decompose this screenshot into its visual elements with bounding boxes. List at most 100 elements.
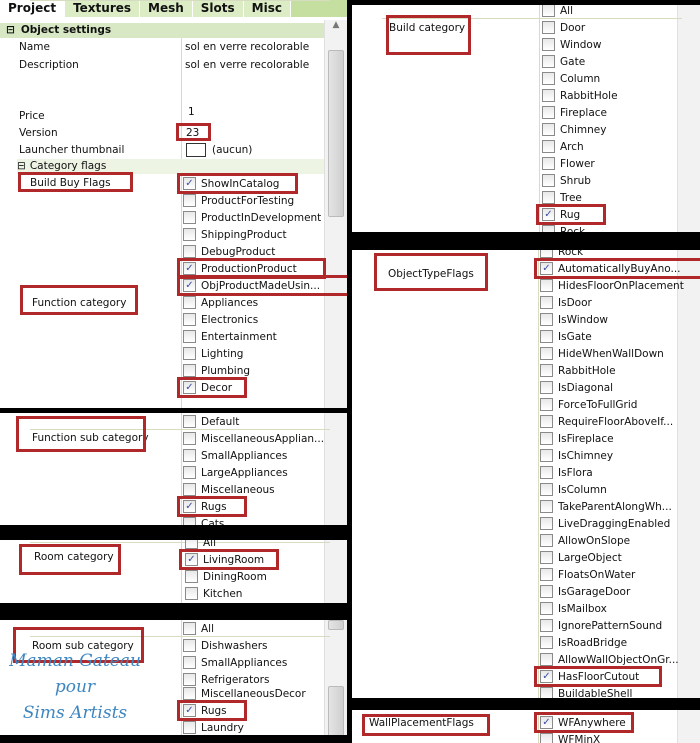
checkbox-item[interactable]: IsDiagonal bbox=[540, 379, 613, 396]
checkbox-item[interactable]: Gate bbox=[542, 53, 585, 70]
checkbox-item[interactable]: Chimney bbox=[542, 121, 606, 138]
checkbox-item[interactable]: RequireFloorAboveIf... bbox=[540, 413, 673, 430]
checkbox-icon[interactable] bbox=[542, 38, 555, 51]
checkbox-icon[interactable] bbox=[542, 174, 555, 187]
checkbox-icon[interactable] bbox=[183, 330, 196, 343]
checkbox-icon[interactable] bbox=[540, 330, 553, 343]
checkbox-item[interactable]: All bbox=[183, 620, 214, 637]
checkbox-item[interactable]: Shrub bbox=[542, 172, 591, 189]
tab-slots[interactable]: Slots bbox=[192, 0, 244, 17]
checkbox-item[interactable]: HideWhenWallDown bbox=[540, 345, 664, 362]
checkbox-item[interactable]: Lighting bbox=[183, 345, 243, 362]
scrollbar[interactable]: ▲ bbox=[324, 20, 347, 408]
scroll-up-icon[interactable]: ▲ bbox=[325, 20, 347, 30]
checkbox-item[interactable]: Default bbox=[183, 413, 239, 430]
checkbox-item[interactable]: Column bbox=[542, 70, 600, 87]
checkbox-icon[interactable] bbox=[540, 466, 553, 479]
checkbox-icon[interactable] bbox=[183, 194, 196, 207]
checkbox-item[interactable]: IsColumn bbox=[540, 481, 607, 498]
thumbnail-swatch[interactable] bbox=[186, 143, 206, 157]
checkbox-item[interactable]: RabbitHole bbox=[542, 87, 618, 104]
checkbox-icon[interactable] bbox=[542, 123, 555, 136]
checkbox-icon[interactable] bbox=[540, 279, 553, 292]
scroll-thumb[interactable] bbox=[328, 50, 344, 217]
checkbox-item[interactable]: LiveDraggingEnabled bbox=[540, 515, 670, 532]
checkbox-icon[interactable] bbox=[542, 106, 555, 119]
checkbox-item[interactable]: IsDoor bbox=[540, 294, 592, 311]
checkbox-icon[interactable] bbox=[540, 296, 553, 309]
checkbox-icon[interactable] bbox=[542, 140, 555, 153]
checkbox-icon[interactable] bbox=[183, 364, 196, 377]
checkbox-icon[interactable] bbox=[183, 483, 196, 496]
collapse-icon[interactable]: ⊟ bbox=[17, 160, 26, 172]
checkbox-item[interactable]: IsGarageDoor bbox=[540, 583, 630, 600]
checkbox-icon[interactable] bbox=[183, 517, 196, 525]
checkbox-icon[interactable] bbox=[183, 687, 196, 700]
checkbox-icon[interactable] bbox=[183, 466, 196, 479]
checkbox-icon[interactable] bbox=[183, 296, 196, 309]
checkbox-item[interactable]: AllowOnSlope bbox=[540, 532, 630, 549]
checkbox-item[interactable]: BuildableShell bbox=[540, 685, 632, 698]
checkbox-icon[interactable] bbox=[542, 89, 555, 102]
checkbox-icon[interactable] bbox=[540, 398, 553, 411]
checkbox-item[interactable]: ShippingProduct bbox=[183, 226, 287, 243]
checkbox-icon[interactable] bbox=[540, 381, 553, 394]
checkbox-item[interactable]: ProductForTesting bbox=[183, 192, 294, 209]
checkbox-icon[interactable] bbox=[185, 570, 198, 583]
checkbox-item[interactable]: IsFireplace bbox=[540, 430, 614, 447]
checkbox-icon[interactable] bbox=[540, 687, 553, 698]
checkbox-item[interactable]: Window bbox=[542, 36, 601, 53]
checkbox-item[interactable]: SmallAppliances bbox=[183, 654, 287, 671]
checkbox-icon[interactable] bbox=[542, 225, 555, 232]
checkbox-icon[interactable] bbox=[183, 622, 196, 635]
checkbox-item[interactable]: Dishwashers bbox=[183, 637, 268, 654]
checkbox-item[interactable]: Appliances bbox=[183, 294, 258, 311]
checkbox-item[interactable]: LargeObject bbox=[540, 549, 622, 566]
checkbox-icon[interactable] bbox=[185, 540, 198, 549]
checkbox-item[interactable]: ProductInDevelopment bbox=[183, 209, 321, 226]
checkbox-icon[interactable] bbox=[540, 313, 553, 326]
checkbox-item[interactable]: RabbitHole bbox=[540, 362, 616, 379]
name-value[interactable]: sol en verre recolorable bbox=[185, 41, 309, 53]
checkbox-icon[interactable] bbox=[540, 250, 553, 258]
checkbox-item[interactable]: Arch bbox=[542, 138, 584, 155]
checkbox-icon[interactable] bbox=[183, 432, 196, 445]
checkbox-icon[interactable] bbox=[183, 449, 196, 462]
checkbox-item[interactable]: WFMinX bbox=[540, 731, 600, 743]
checkbox-icon[interactable] bbox=[183, 228, 196, 241]
checkbox-item[interactable]: SmallAppliances bbox=[183, 447, 287, 464]
checkbox-item[interactable]: IgnorePatternSound bbox=[540, 617, 662, 634]
checkbox-item[interactable]: IsGate bbox=[540, 328, 592, 345]
checkbox-icon[interactable] bbox=[540, 432, 553, 445]
checkbox-icon[interactable] bbox=[540, 733, 553, 743]
checkbox-item[interactable]: Laundry bbox=[183, 719, 244, 735]
checkbox-item[interactable]: Electronics bbox=[183, 311, 258, 328]
checkbox-item[interactable]: DiningRoom bbox=[185, 568, 267, 585]
checkbox-item[interactable]: FloatsOnWater bbox=[540, 566, 635, 583]
checkbox-icon[interactable] bbox=[183, 347, 196, 360]
checkbox-item[interactable]: Entertainment bbox=[183, 328, 277, 345]
checkbox-item[interactable]: IsFlora bbox=[540, 464, 593, 481]
checkbox-icon[interactable] bbox=[183, 656, 196, 669]
checkbox-icon[interactable] bbox=[185, 587, 198, 600]
checkbox-icon[interactable] bbox=[542, 21, 555, 34]
checkbox-item[interactable]: Rock bbox=[542, 223, 585, 232]
object-settings-header[interactable]: ⊟ Object settings bbox=[0, 23, 325, 38]
checkbox-icon[interactable] bbox=[540, 636, 553, 649]
checkbox-icon[interactable] bbox=[542, 191, 555, 204]
checkbox-icon[interactable] bbox=[542, 72, 555, 85]
checkbox-icon[interactable] bbox=[183, 313, 196, 326]
checkbox-item[interactable]: LargeAppliances bbox=[183, 464, 288, 481]
tab-misc[interactable]: Misc bbox=[243, 0, 291, 17]
checkbox-item[interactable]: IsMailbox bbox=[540, 600, 607, 617]
checkbox-icon[interactable] bbox=[540, 415, 553, 428]
checkbox-icon[interactable] bbox=[183, 721, 196, 734]
checkbox-icon[interactable] bbox=[540, 449, 553, 462]
checkbox-item[interactable]: ForceToFullGrid bbox=[540, 396, 637, 413]
checkbox-item[interactable]: TakeParentAlongWh... bbox=[540, 498, 672, 515]
checkbox-icon[interactable] bbox=[542, 157, 555, 170]
collapse-icon[interactable]: ⊟ bbox=[6, 24, 15, 36]
tab-project[interactable]: Project bbox=[0, 0, 66, 17]
checkbox-icon[interactable] bbox=[183, 415, 196, 428]
checkbox-item[interactable]: HidesFloorOnPlacement bbox=[540, 277, 684, 294]
